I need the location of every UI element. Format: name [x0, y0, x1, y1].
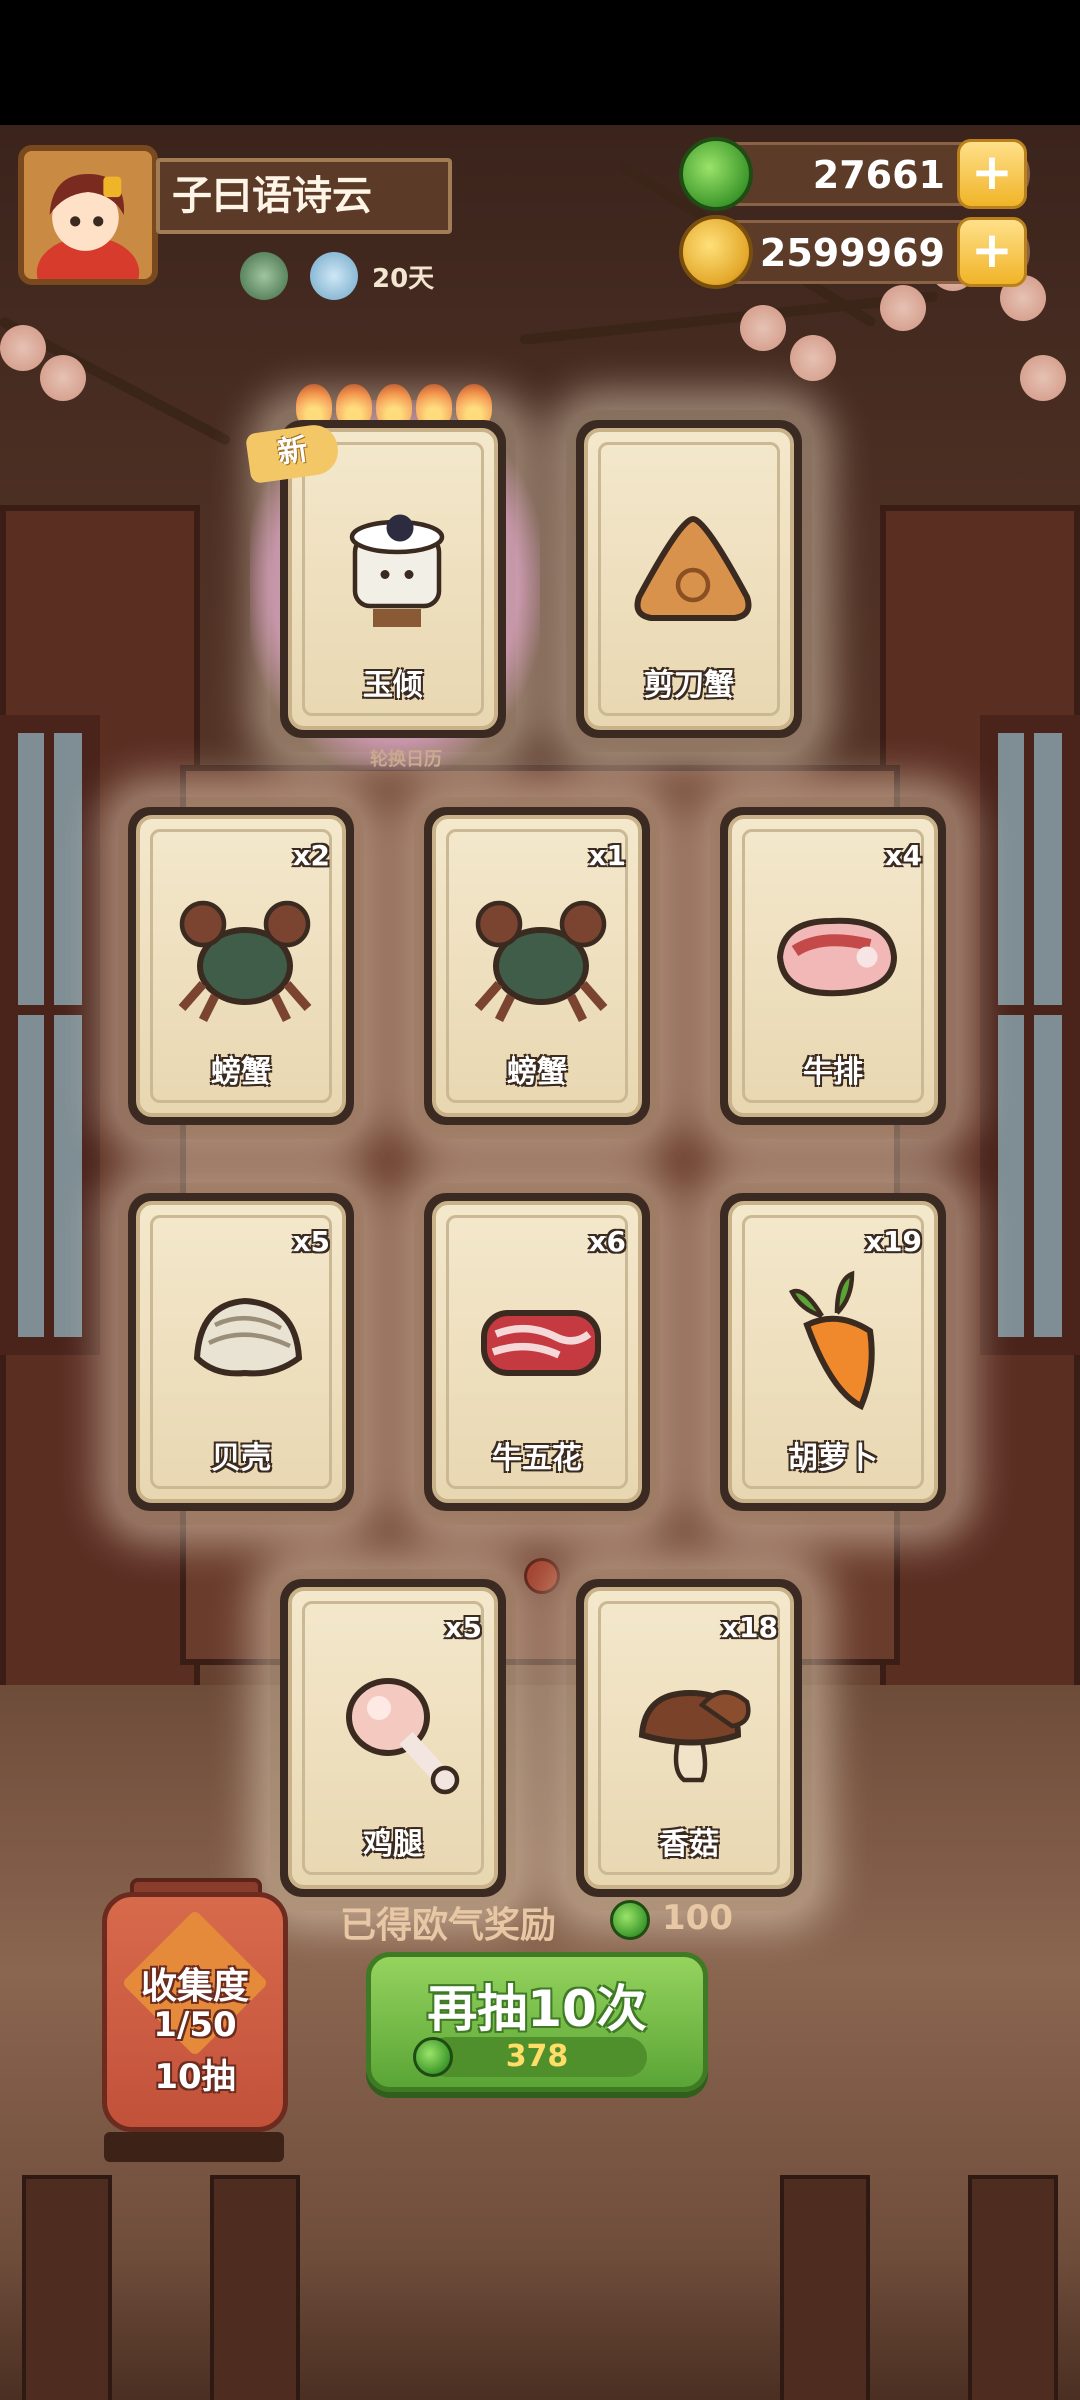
fence-post [210, 2175, 300, 2400]
collection-title: 收集度 [140, 1966, 249, 2007]
card-count: x2 [292, 839, 330, 872]
card-face: x4 牛排 [728, 815, 938, 1117]
card-face: x5 鸡腿 [288, 1587, 498, 1889]
card-count: x18 [720, 1611, 778, 1644]
crab-icon [178, 900, 312, 1023]
card-count: x5 [444, 1611, 482, 1644]
card-face: 剪刀蟹 [584, 428, 794, 730]
card-2[interactable]: x2 螃蟹 [128, 807, 354, 1125]
collection-lantern[interactable]: 收集度 1/50 10抽 [102, 1892, 288, 2132]
player-avatar[interactable] [18, 145, 158, 285]
reward-value: 100 [662, 1898, 733, 1938]
card-face: x6 牛五花 [432, 1201, 642, 1503]
companion-badge-icon[interactable] [310, 252, 358, 300]
add-coins-button[interactable]: + [957, 217, 1027, 287]
card-3[interactable]: x1 螃蟹 [424, 807, 650, 1125]
draw-again-label: 再抽10次 [427, 1980, 647, 2038]
crab-icon [474, 900, 608, 1023]
card-label: 贝壳 [211, 1441, 271, 1476]
beef-belly-icon [481, 1310, 601, 1376]
avatar-portrait-icon [24, 151, 152, 279]
pet-badge-icon[interactable] [240, 252, 288, 300]
chicken-leg-icon [346, 1678, 460, 1795]
card-1[interactable]: 剪刀蟹 [576, 420, 802, 738]
fence-post [968, 2175, 1058, 2400]
coin-currency: 2599969 + [679, 215, 1030, 289]
card-label: 牛排 [803, 1055, 863, 1090]
left-window [0, 715, 100, 1355]
card-label: 鸡腿 [363, 1827, 423, 1862]
compass-icon [524, 1558, 560, 1594]
blossom [880, 285, 926, 331]
jade-amount: 27661 [812, 153, 945, 197]
card-label: 玉倾 [363, 668, 423, 703]
card-5[interactable]: x5 贝壳 [128, 1193, 354, 1511]
card-face: x1 螃蟹 [432, 815, 642, 1117]
card-8[interactable]: x5 鸡腿 [280, 1579, 506, 1897]
draw-cost: 378 [505, 2039, 569, 2074]
fence-post [22, 2175, 112, 2400]
jade-cup-character-icon [349, 514, 445, 627]
clam-icon [193, 1297, 303, 1377]
card-label: 剪刀蟹 [644, 668, 734, 703]
days-counter: 20天 [372, 264, 435, 294]
collection-progress: 1/50 [153, 2005, 237, 2045]
carrot-icon [788, 1270, 875, 1411]
right-window [980, 715, 1080, 1355]
card-label: 螃蟹 [211, 1055, 271, 1090]
card-count: x6 [588, 1225, 626, 1258]
fence-post [780, 2175, 870, 2400]
blossom [1020, 355, 1066, 401]
rotation-calendar-label: 轮换日历 [370, 749, 442, 770]
blossom [40, 355, 86, 401]
card-count: x1 [588, 839, 626, 872]
player-name[interactable]: 子曰语诗云 [156, 158, 452, 234]
coin-icon [679, 215, 753, 289]
jade-icon [679, 137, 753, 211]
card-9[interactable]: x18 香菇 [576, 1579, 802, 1897]
card-face: x19 胡萝卜 [728, 1201, 938, 1503]
blossom [790, 335, 836, 381]
card-face: x5 贝壳 [136, 1201, 346, 1503]
card-label: 香菇 [659, 1827, 719, 1862]
collection-draws: 10抽 [154, 2057, 236, 2097]
lantern-stand [104, 2132, 284, 2162]
steak-icon [776, 917, 898, 997]
card-face: x18 香菇 [584, 1587, 794, 1889]
add-jade-button[interactable]: + [957, 139, 1027, 209]
blossom [0, 325, 46, 371]
cost-pill: 378 [413, 2037, 647, 2077]
jade-icon [610, 1900, 650, 1940]
blossom-branch [519, 291, 939, 345]
card-label: 牛五花 [492, 1441, 582, 1476]
jade-currency: 27661 + [679, 137, 1030, 211]
scissor-crab-icon [634, 515, 752, 621]
reward-text: 已得欧气奖励 [340, 1905, 557, 1946]
card-6[interactable]: x6 牛五花 [424, 1193, 650, 1511]
card-7[interactable]: x19 胡萝卜 [720, 1193, 946, 1511]
card-count: x4 [884, 839, 922, 872]
coin-amount: 2599969 [759, 231, 945, 275]
mushroom-icon [638, 1689, 751, 1783]
card-label: 胡萝卜 [788, 1441, 878, 1476]
status-bar [0, 0, 1080, 125]
card-count: x19 [864, 1225, 922, 1258]
card-4[interactable]: x4 牛排 [720, 807, 946, 1125]
blossom [740, 305, 786, 351]
card-count: x5 [292, 1225, 330, 1258]
draw-again-button[interactable]: 再抽10次 378 [366, 1952, 708, 2092]
card-face: x2 螃蟹 [136, 815, 346, 1117]
card-label: 螃蟹 [507, 1055, 567, 1090]
